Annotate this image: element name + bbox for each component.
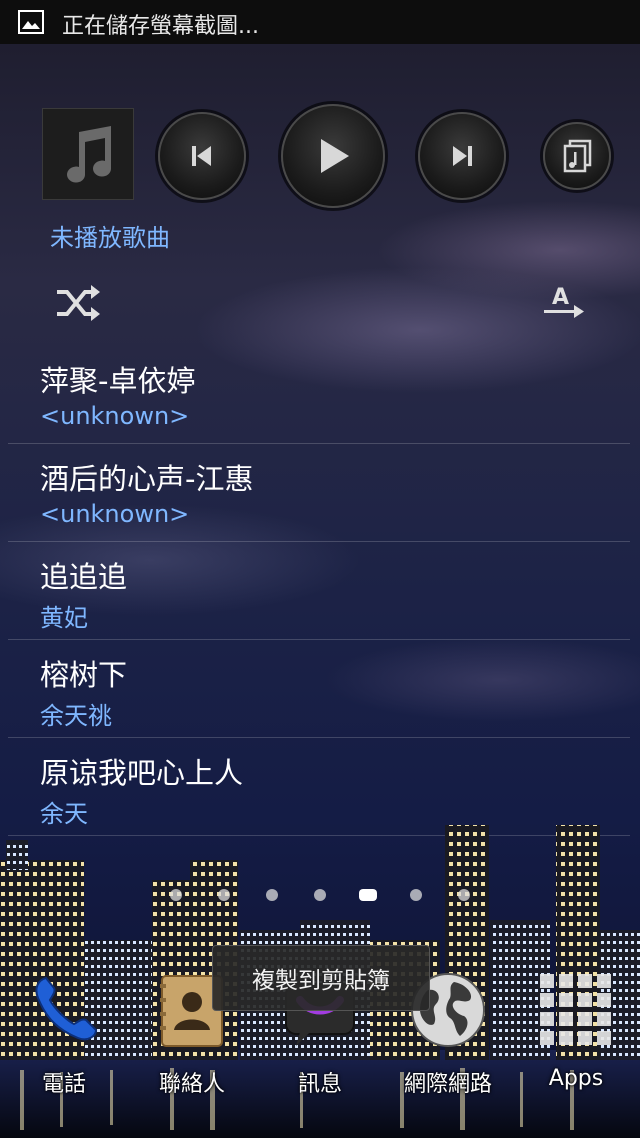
album-art[interactable] <box>42 108 134 200</box>
shuffle-icon[interactable] <box>55 284 101 322</box>
dock-label: 訊息 <box>297 1072 342 1097</box>
status-bar: 正在儲存螢幕截圖... <box>0 0 640 44</box>
sort-alphabetical-icon[interactable]: A <box>540 284 586 324</box>
music-note-icon <box>67 126 112 183</box>
song-artist: <unknown> <box>40 402 190 430</box>
song-title: 追追追 <box>40 560 128 594</box>
previous-button[interactable] <box>158 112 246 200</box>
status-notification-text: 正在儲存螢幕截圖... <box>62 14 259 39</box>
song-title: 榕树下 <box>40 658 128 692</box>
song-title: 萍聚-卓依婷 <box>40 364 196 398</box>
previous-icon <box>192 146 211 166</box>
song-artist: 余天祧 <box>40 702 112 730</box>
page-dot-active <box>359 889 377 901</box>
phone-icon <box>35 976 98 1041</box>
image-icon <box>18 10 44 34</box>
dock-label: 聯絡人 <box>158 1072 225 1097</box>
song-item[interactable]: 酒后的心声-江惠 <unknown> <box>8 444 630 542</box>
song-item[interactable]: 榕树下 余天祧 <box>8 640 630 738</box>
song-artist: 黄妃 <box>40 604 88 632</box>
playlist-icon <box>563 139 592 173</box>
song-title: 酒后的心声-江惠 <box>40 462 254 496</box>
song-item[interactable]: 追追追 黄妃 <box>8 542 630 640</box>
page-dot <box>266 889 278 901</box>
play-button[interactable] <box>281 104 385 208</box>
page-dot <box>458 889 470 901</box>
page-dot <box>314 889 326 901</box>
next-icon <box>453 146 472 166</box>
apps-grid-icon <box>540 974 611 1045</box>
dock-label: 網際網路 <box>403 1072 492 1097</box>
play-icon <box>321 139 349 173</box>
dock-label: Apps <box>548 1066 604 1091</box>
song-artist: <unknown> <box>40 500 190 528</box>
now-playing-text: 未播放歌曲 <box>50 224 170 252</box>
svg-text:A: A <box>552 285 569 310</box>
song-item[interactable]: 萍聚-卓依婷 <unknown> <box>8 346 630 444</box>
page-indicator <box>0 889 640 905</box>
page-dot <box>218 889 230 901</box>
playlist-button[interactable] <box>543 122 611 190</box>
page-dot <box>410 889 422 901</box>
next-button[interactable] <box>418 112 506 200</box>
song-title: 原谅我吧心上人 <box>40 756 244 790</box>
page-dot <box>170 889 182 901</box>
toast-message: 複製到剪貼簿 <box>212 945 430 1011</box>
dock-apps[interactable]: Apps <box>516 970 636 1100</box>
song-list: 萍聚-卓依婷 <unknown> 酒后的心声-江惠 <unknown> 追追追 … <box>8 346 630 836</box>
dock-phone[interactable]: 電話 <box>4 970 124 1100</box>
dock-label: 電話 <box>41 1072 86 1097</box>
